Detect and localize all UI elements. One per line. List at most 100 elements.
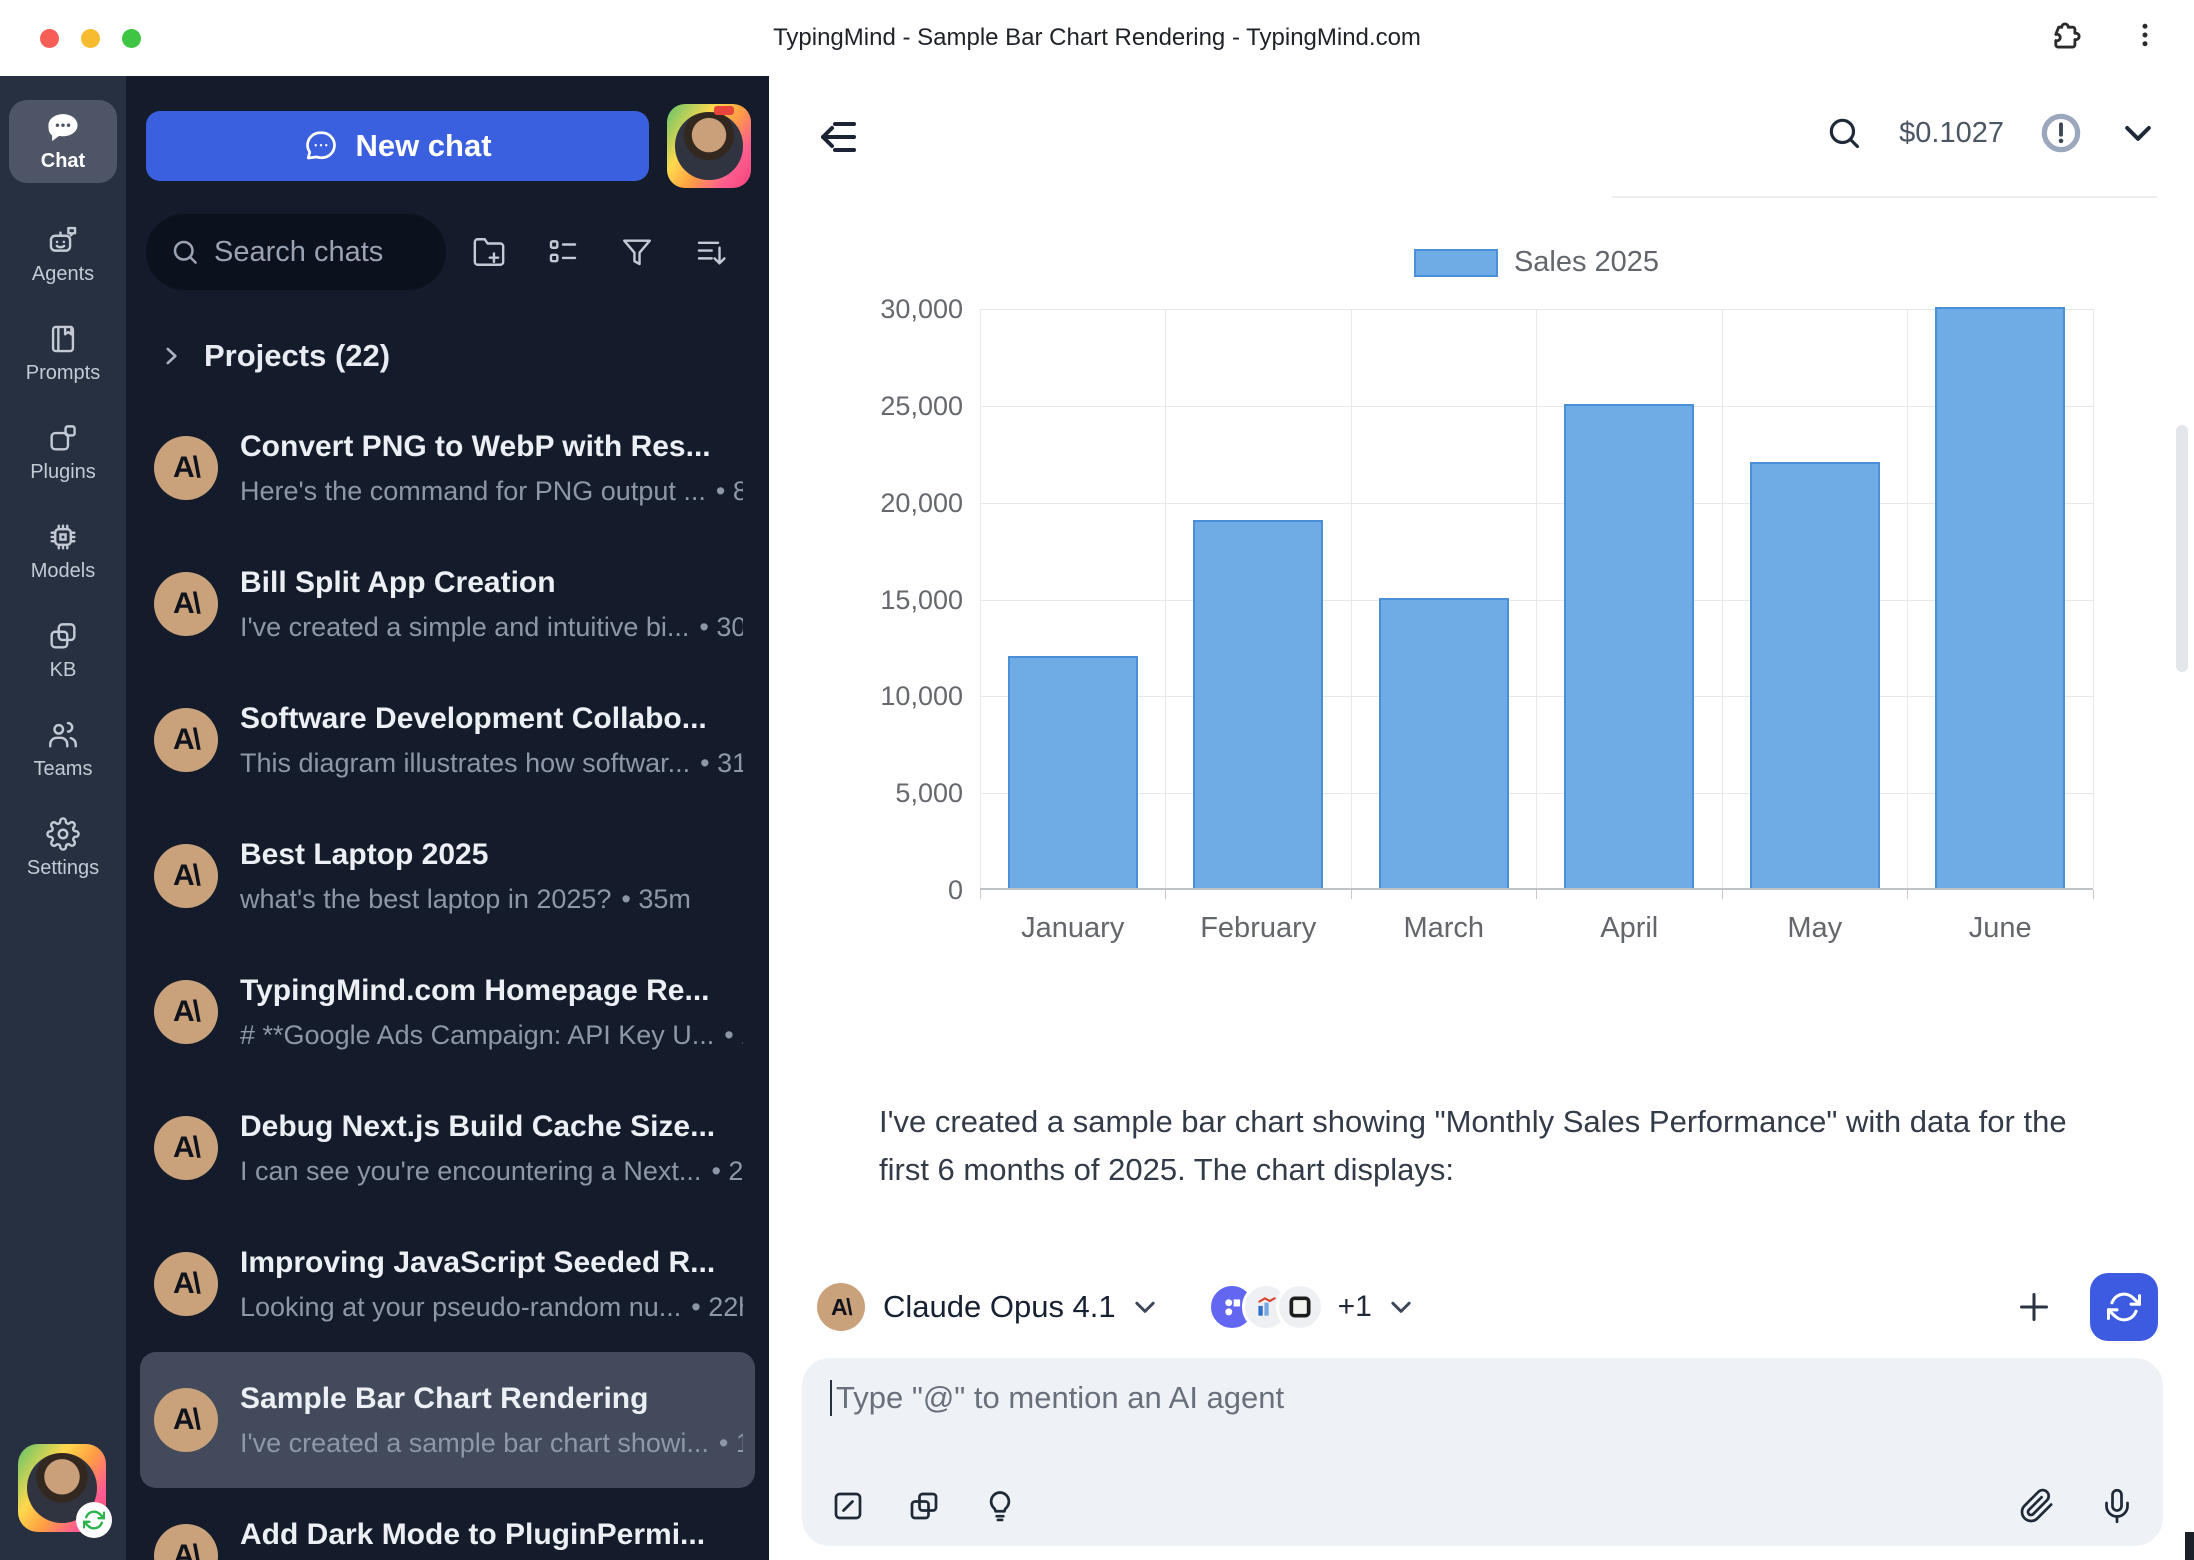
chat-list-item[interactable]: A\ TypingMind.com Homepage Re... # **Goo… [140, 944, 755, 1080]
plugin-chips[interactable] [1208, 1283, 1324, 1331]
chat-item-title: Sample Bar Chart Rendering [240, 1382, 743, 1416]
model-selector[interactable]: Claude Opus 4.1 [883, 1289, 1116, 1325]
warning-circle-icon[interactable] [2040, 112, 2082, 154]
browser-menu-icon[interactable] [2130, 20, 2160, 50]
chat-bubble-icon [45, 112, 81, 144]
copy-icon[interactable] [906, 1488, 942, 1524]
x-tick-label: May [1722, 912, 1908, 945]
new-chat-button[interactable]: New chat [146, 111, 649, 181]
profile-badge [714, 106, 734, 115]
header-divider [1612, 196, 2157, 198]
anthropic-avatar: A\ [154, 1116, 218, 1180]
rail-item-label: Plugins [30, 461, 96, 484]
y-tick-label: 25,000 [841, 390, 963, 422]
x-tick-label: March [1351, 912, 1537, 945]
bar-march [1379, 598, 1509, 889]
rail-item-chat[interactable]: Chat [9, 100, 117, 183]
rail-item-label: Settings [27, 857, 99, 880]
chat-item-title: Improving JavaScript Seeded R... [240, 1246, 743, 1280]
input-placeholder: Type "@" to mention an AI agent [836, 1380, 1284, 1416]
new-chat-bubble-icon [303, 128, 339, 164]
notebook-icon [46, 322, 80, 356]
window-titlebar: TypingMind - Sample Bar Chart Rendering … [0, 0, 2194, 76]
x-tick-label: February [1166, 912, 1352, 945]
chat-item-title: Convert PNG to WebP with Res... [240, 430, 743, 464]
chat-item-time: • 31m [700, 748, 743, 778]
chevron-down-icon[interactable] [2118, 113, 2158, 153]
plugin-icon-3 [1276, 1283, 1324, 1331]
rail-item-agents[interactable]: Agents [32, 223, 94, 286]
rail-item-label: KB [50, 659, 77, 682]
search-icon[interactable] [1825, 114, 1863, 152]
anthropic-avatar: A\ [154, 1524, 218, 1560]
users-icon [46, 718, 80, 752]
y-tick-label: 0 [841, 874, 963, 906]
chat-item-time: • 2h [724, 1020, 743, 1050]
sync-badge-icon [76, 1502, 112, 1538]
canvas-icon[interactable] [830, 1488, 866, 1524]
microphone-icon[interactable] [2099, 1488, 2135, 1524]
chart-legend[interactable]: Sales 2025 [980, 246, 2093, 279]
checklist-icon[interactable] [546, 235, 580, 269]
gear-icon [46, 817, 80, 851]
profile-avatar[interactable] [667, 104, 751, 188]
rail-item-plugins[interactable]: Plugins [30, 421, 96, 484]
attachment-icon[interactable] [2019, 1488, 2055, 1524]
y-tick-label: 10,000 [841, 680, 963, 712]
chat-item-time: • 8m [716, 476, 743, 506]
blocks-icon [46, 421, 80, 455]
chat-item-time: • 1d [719, 1428, 743, 1458]
chat-list-item[interactable]: A\ Improving JavaScript Seeded R... Look… [140, 1216, 755, 1352]
chat-item-time: • 30m [699, 612, 743, 642]
more-plugins-count[interactable]: +1 [1338, 1290, 1372, 1324]
text-caret [830, 1380, 832, 1416]
projects-toggle[interactable]: Projects (22) [126, 290, 769, 374]
chat-list-item[interactable]: A\ Add Dark Mode to PluginPermi... [140, 1488, 755, 1560]
scrollbar-thumb[interactable] [2176, 425, 2188, 672]
regenerate-button[interactable] [2090, 1273, 2158, 1341]
bar-january [1008, 656, 1138, 888]
rail-item-label: Models [31, 560, 95, 583]
rail-item-label: Chat [41, 150, 85, 173]
rail-item-prompts[interactable]: Prompts [26, 322, 100, 385]
chat-list-item[interactable]: A\ Convert PNG to WebP with Res... Here'… [140, 400, 755, 536]
rail-item-models[interactable]: Models [31, 520, 95, 583]
chat-item-title: Add Dark Mode to PluginPermi... [240, 1518, 743, 1552]
y-tick-label: 30,000 [841, 293, 963, 325]
chat-list-item[interactable]: A\ Best Laptop 2025 what's the best lapt… [140, 808, 755, 944]
anthropic-avatar: A\ [154, 980, 218, 1044]
sort-descending-icon[interactable] [694, 235, 728, 269]
y-tick-label: 5,000 [841, 777, 963, 809]
new-folder-icon[interactable] [472, 235, 506, 269]
chat-search-input[interactable] [214, 236, 422, 269]
add-icon[interactable] [2014, 1287, 2054, 1327]
rail-item-teams[interactable]: Teams [34, 718, 93, 781]
chevron-down-icon[interactable] [1130, 1292, 1160, 1322]
projects-label: Projects (22) [204, 338, 390, 374]
chip-icon [46, 520, 80, 554]
anthropic-avatar: A\ [154, 436, 218, 500]
collapse-sidebar-icon[interactable] [815, 113, 863, 161]
y-tick-label: 20,000 [841, 487, 963, 519]
message-input[interactable]: Type "@" to mention an AI agent [830, 1380, 2135, 1416]
chevron-down-icon[interactable] [1386, 1292, 1416, 1322]
filter-icon[interactable] [620, 235, 654, 269]
scrollbar-end [2185, 1532, 2194, 1560]
usage-cost[interactable]: $0.1027 [1899, 117, 2004, 150]
chat-list-item[interactable]: A\ Sample Bar Chart Rendering I've creat… [140, 1352, 755, 1488]
rail-item-settings[interactable]: Settings [27, 817, 99, 880]
chat-list-item[interactable]: A\ Bill Split App Creation I've created … [140, 536, 755, 672]
copy-stack-icon [46, 619, 80, 653]
chat-search-box [146, 214, 446, 290]
lightbulb-icon[interactable] [982, 1488, 1018, 1524]
chat-item-subtitle: Looking at your pseudo-random nu... [240, 1292, 681, 1322]
extensions-icon[interactable] [2048, 18, 2082, 52]
composer[interactable]: Type "@" to mention an AI agent [802, 1358, 2163, 1546]
chat-list-item[interactable]: A\ Debug Next.js Build Cache Size... I c… [140, 1080, 755, 1216]
chat-list-item[interactable]: A\ Software Development Collabo... This … [140, 672, 755, 808]
user-avatar[interactable] [18, 1444, 106, 1532]
rail-item-kb[interactable]: KB [46, 619, 80, 682]
chevron-right-icon [158, 343, 184, 369]
robot-icon [46, 223, 80, 257]
legend-label: Sales 2025 [1514, 246, 1659, 279]
